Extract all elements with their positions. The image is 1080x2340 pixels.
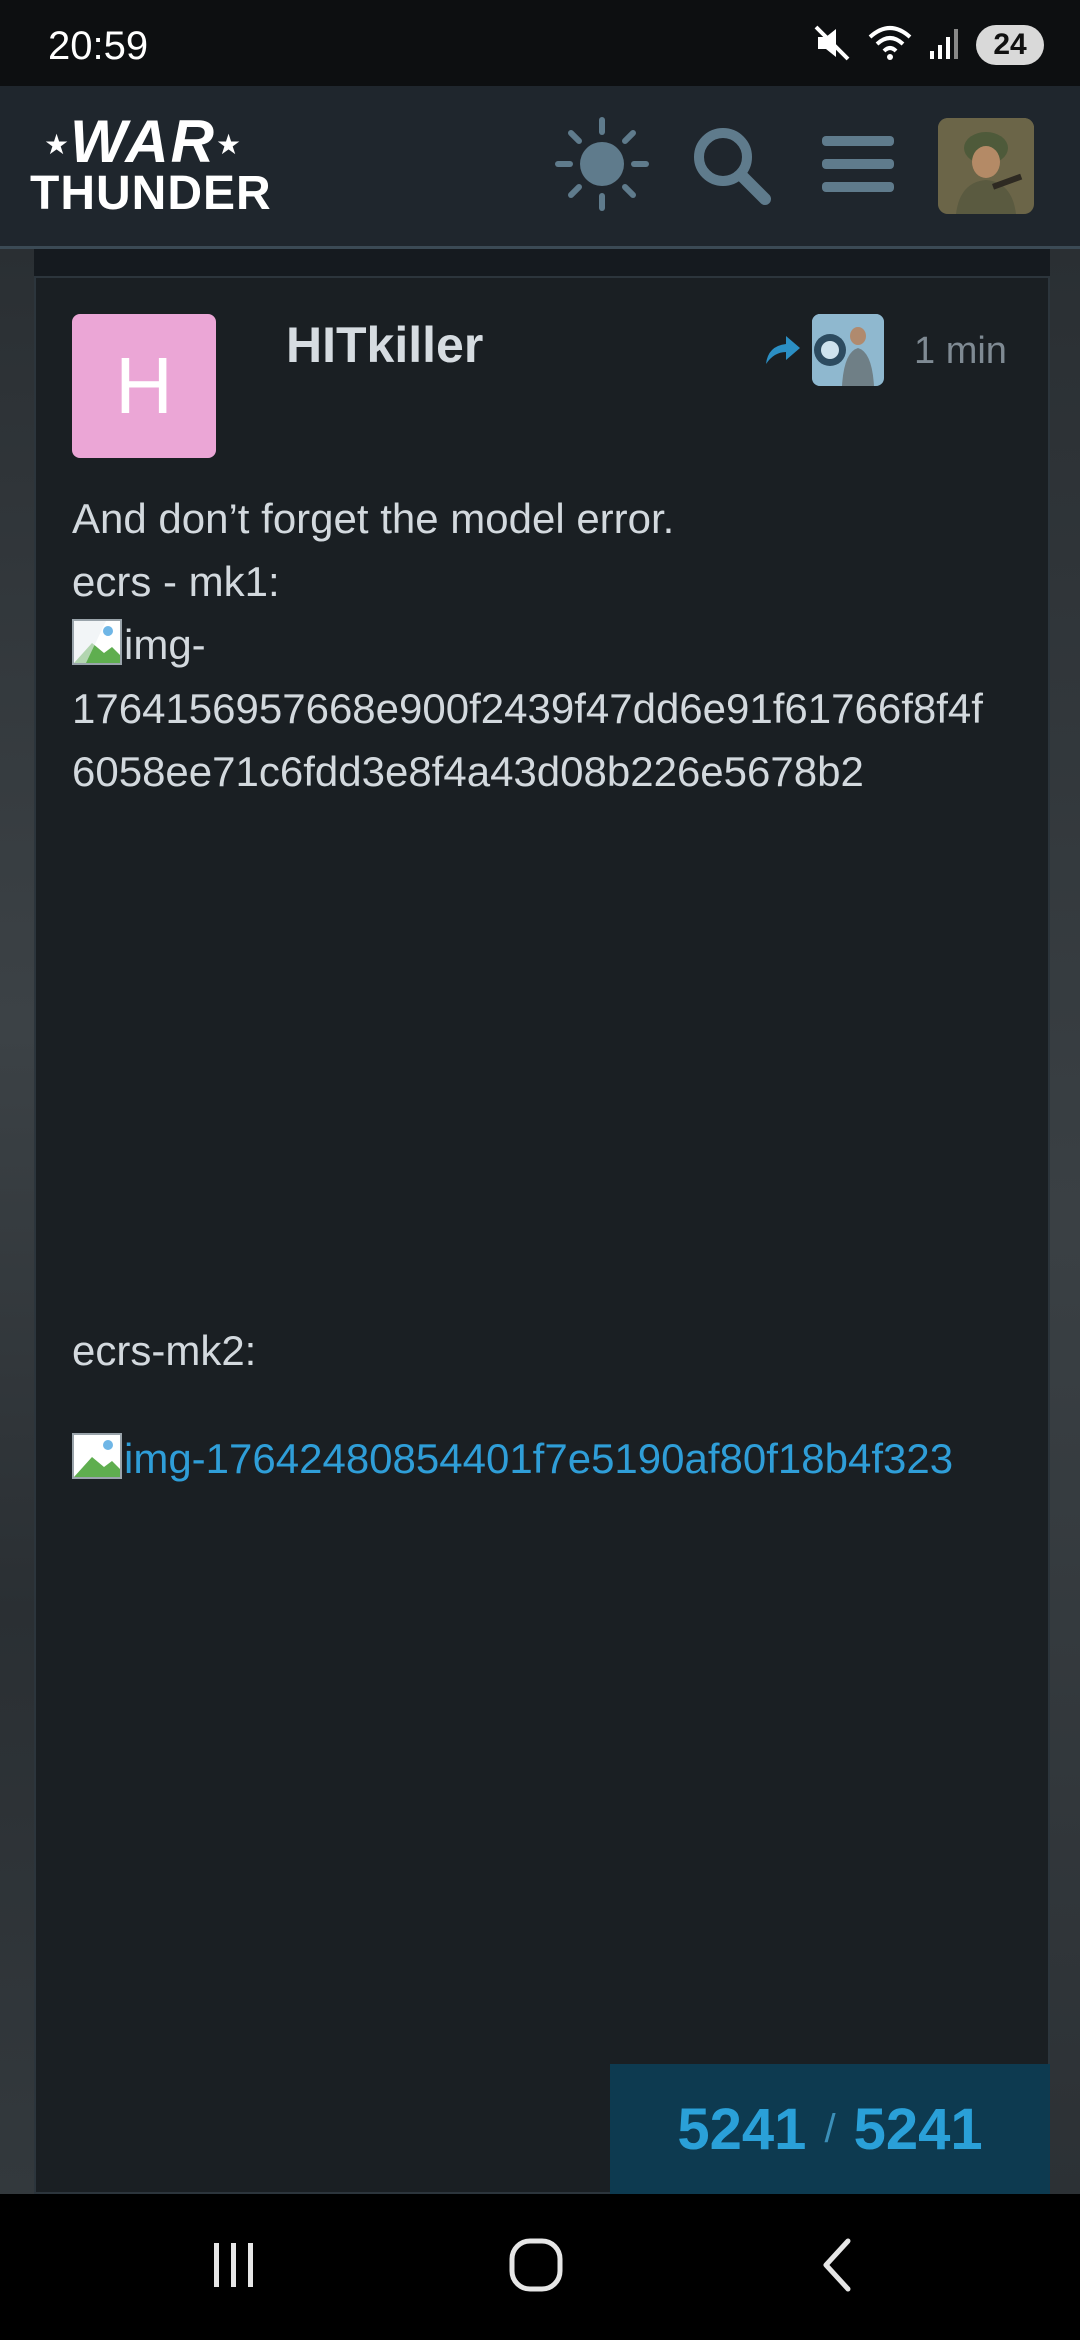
recent-apps-icon xyxy=(204,2235,264,2300)
sun-icon xyxy=(552,114,652,219)
home-button[interactable] xyxy=(476,2224,596,2310)
system-nav-bar xyxy=(0,2194,1080,2340)
wifi-icon xyxy=(868,23,912,68)
topic-progress[interactable]: 5241 / 5241 xyxy=(610,2064,1050,2194)
status-icons: 24 xyxy=(812,22,1044,68)
star-icon: ★ xyxy=(216,129,242,160)
menu-button[interactable] xyxy=(808,116,908,216)
progress-separator: / xyxy=(824,2106,836,2151)
progress-total: 5241 xyxy=(853,2096,983,2162)
signal-icon xyxy=(928,23,960,68)
label-mk2: ecrs-mk2: xyxy=(72,1327,257,1374)
post-time[interactable]: 1 min xyxy=(914,330,1007,373)
hamburger-menu-icon xyxy=(818,124,898,209)
reply-to-avatar[interactable] xyxy=(812,314,884,386)
user-avatar[interactable] xyxy=(938,118,1034,214)
background-texture xyxy=(0,249,34,2194)
progress-current: 5241 xyxy=(677,2096,807,2162)
background-texture xyxy=(1050,249,1080,2194)
reply-to-icon[interactable] xyxy=(762,330,802,370)
site-header: ★ WAR ★ THUNDER xyxy=(0,86,1080,249)
theme-toggle-button[interactable] xyxy=(552,116,652,216)
logo-line-2: THUNDER xyxy=(30,167,272,220)
search-button[interactable] xyxy=(680,116,780,216)
broken-image-icon xyxy=(72,1433,122,1479)
image-alt-text: 1764156957668e900f2439f47dd6e91f61766f8f… xyxy=(72,685,983,795)
logo-line-1: WAR xyxy=(70,108,216,175)
broken-image-1[interactable]: img- xyxy=(72,614,206,676)
back-chevron-icon xyxy=(808,2235,868,2300)
search-icon xyxy=(685,119,775,214)
star-icon: ★ xyxy=(44,129,70,160)
post-username[interactable]: HITkiller xyxy=(286,316,483,374)
back-button[interactable] xyxy=(778,2224,898,2310)
image-link-text[interactable]: img-17642480854401f7e5190af80f18b4f323 xyxy=(124,1435,953,1482)
broken-image-2[interactable]: img-17642480854401f7e5190af80f18b4f323 xyxy=(72,1428,1012,1490)
label-mk1: ecrs - mk1: xyxy=(72,558,280,605)
status-bar: 20:59 24 xyxy=(0,0,1080,86)
recent-apps-button[interactable] xyxy=(174,2224,294,2310)
war-thunder-logo[interactable]: ★ WAR ★ THUNDER xyxy=(30,108,272,220)
post-text-line: And don’t forget the model error. xyxy=(72,495,675,542)
home-icon xyxy=(506,2235,566,2300)
broken-image-icon xyxy=(72,619,122,665)
mute-icon xyxy=(812,23,852,68)
status-time: 20:59 xyxy=(48,24,149,68)
battery-icon: 24 xyxy=(976,25,1044,65)
image-alt-prefix: img- xyxy=(124,621,206,668)
post-author-avatar[interactable]: H xyxy=(72,314,216,458)
